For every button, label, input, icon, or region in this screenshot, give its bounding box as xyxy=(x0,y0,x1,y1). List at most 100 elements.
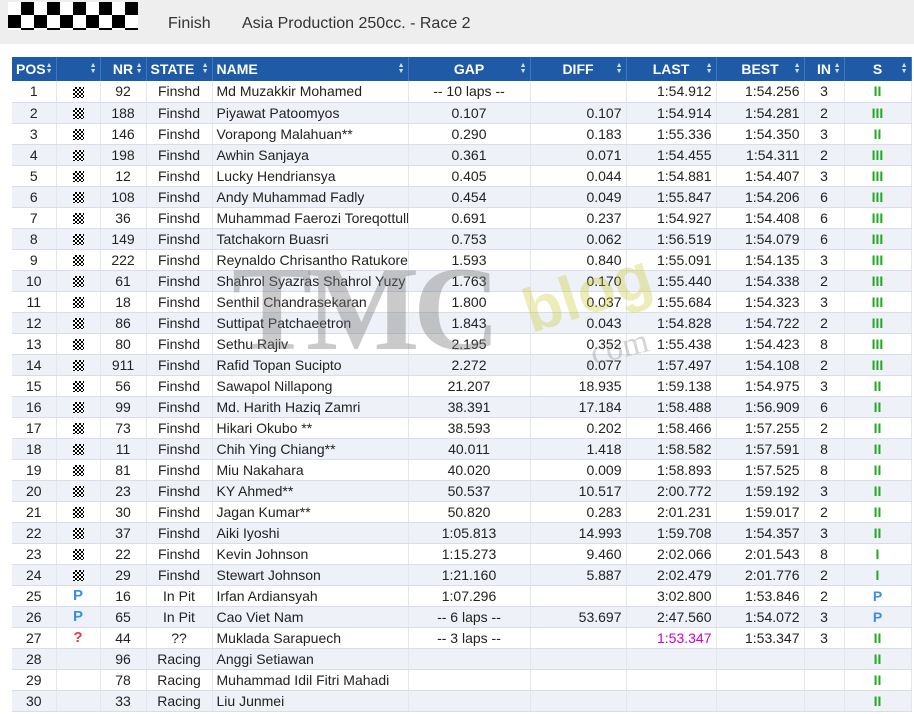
cell-last xyxy=(626,669,717,691)
cell-state: Finshd xyxy=(146,459,213,481)
cell-last: 1:58.582 xyxy=(626,438,717,460)
cell-best: 1:54.072 xyxy=(716,606,805,628)
table-row[interactable]: 11 18 Finshd Senthil Chandrasekaran 1.800 0.0… xyxy=(12,291,912,313)
cell-value-best: 2:01.776 xyxy=(745,566,800,583)
cell-best: 1:54.135 xyxy=(716,249,805,271)
cell-gap: 0.405 xyxy=(408,165,531,187)
table-row[interactable]: 4 198 Finshd Awhin Sanjaya 0.361 0.071 1:54.45… xyxy=(12,144,912,166)
cell-flag xyxy=(56,186,101,208)
column-header-in[interactable]: IN ▲ ▼ xyxy=(804,57,845,81)
cell-value-in: 3 xyxy=(820,482,828,499)
table-row[interactable]: 22 37 Finshd Aiki Iyoshi 1:05.813 14.993 1:59.… xyxy=(12,522,912,544)
cell-value-nr: 149 xyxy=(111,230,135,247)
cell-value-s: III xyxy=(871,293,884,310)
cell-name: Lucky Hendriansya xyxy=(212,165,409,187)
table-row[interactable]: 18 11 Finshd Chih Ying Chiang** 40.011 1.418 1… xyxy=(12,438,912,460)
cell-value-last: 1:54.455 xyxy=(657,146,712,163)
cell-nr: 80 xyxy=(100,333,147,355)
cell-value-in: 2 xyxy=(820,503,828,520)
cell-value-diff: 0.044 xyxy=(586,167,622,184)
table-row[interactable]: 19 81 Finshd Miu Nakahara 40.020 0.009 1:58.89… xyxy=(12,459,912,481)
cell-state: Finshd xyxy=(146,564,213,586)
table-row[interactable]: 20 23 Finshd KY Ahmed** 50.537 10.517 2:00.772… xyxy=(12,480,912,502)
cell-value-s: II xyxy=(873,629,882,646)
table-row[interactable]: 5 12 Finshd Lucky Hendriansya 0.405 0.044 1:54… xyxy=(12,165,912,187)
table-row[interactable]: 16 99 Finshd Md. Harith Haziq Zamri 38.391 17… xyxy=(12,396,912,418)
cell-value-name: Miu Nakahara xyxy=(216,461,304,478)
cell-pos: 25 xyxy=(12,585,57,607)
table-row[interactable]: 24 29 Finshd Stewart Johnson 1:21.160 5.887 2:… xyxy=(12,564,912,586)
table-row[interactable]: 13 80 Finshd Sethu Rajiv 2.195 0.352 1:55.438 1… xyxy=(12,333,912,355)
cell-value-pos: 7 xyxy=(29,209,38,226)
column-header-pos[interactable]: POS ▲ ▼ xyxy=(12,57,57,81)
sort-arrows-icon: ▲ ▼ xyxy=(793,62,801,75)
cell-name: Hikari Okubo ** xyxy=(212,417,409,439)
column-header-name[interactable]: NAME ▲ ▼ xyxy=(212,57,409,81)
table-row[interactable]: 23 22 Finshd Kevin Johnson 1:15.273 9.460 2:02… xyxy=(12,543,912,565)
cell-value-name: Anggi Setiawan xyxy=(216,650,314,667)
cell-gap: 0.290 xyxy=(408,123,531,145)
cell-diff: 1.418 xyxy=(530,438,627,460)
table-row[interactable]: 1 92 Finshd Md Muzakkir Mohamed -- 10 laps -… xyxy=(12,81,912,103)
table-row[interactable]: 25 P 16 In Pit Irfan Ardiansyah 1:07.296 3:02.… xyxy=(12,585,912,607)
cell-best: 1:54.323 xyxy=(716,291,805,313)
column-header-flag[interactable]: ▲ ▼ xyxy=(56,57,101,81)
table-row[interactable]: 28 96 Racing Anggi Setiawan II xyxy=(12,648,912,670)
cell-s: III xyxy=(844,228,912,250)
cell-best: 1:56.909 xyxy=(716,396,805,418)
sort-arrows-icon: ▲ ▼ xyxy=(900,62,908,75)
table-row[interactable]: 29 78 Racing Muhammad Idil Fitri Mahadi II xyxy=(12,669,912,691)
checkered-flag-icon xyxy=(8,2,138,30)
column-header-s[interactable]: S ▲ ▼ xyxy=(844,57,912,81)
cell-value-state: Finshd xyxy=(157,419,201,436)
cell-value-last: 2:01.231 xyxy=(657,503,712,520)
cell-state: Finshd xyxy=(146,375,213,397)
column-header-state[interactable]: STATE ▲ ▼ xyxy=(146,57,213,81)
table-row[interactable]: 9 222 Finshd Reynaldo Chrisantho Ratukore 1.… xyxy=(12,249,912,271)
column-header-last[interactable]: LAST ▲ ▼ xyxy=(626,57,717,81)
cell-value-state: Finshd xyxy=(157,209,201,226)
cell-value-pos: 23 xyxy=(25,545,42,562)
column-header-gap[interactable]: GAP ▲ ▼ xyxy=(408,57,531,81)
table-row[interactable]: 14 911 Finshd Rafid Topan Sucipto 2.272 0.077… xyxy=(12,354,912,376)
table-row[interactable]: 6 108 Finshd Andy Muhammad Fadly 0.454 0.049 1… xyxy=(12,186,912,208)
cell-pos: 14 xyxy=(12,354,57,376)
column-header-best[interactable]: BEST ▲ ▼ xyxy=(716,57,805,81)
column-header-label: POS xyxy=(16,61,46,77)
cell-value-s: II xyxy=(873,524,882,541)
cell-value-last: 1:58.893 xyxy=(657,461,712,478)
column-header-nr[interactable]: NR ▲ ▼ xyxy=(100,57,147,81)
table-row[interactable]: 30 33 Racing Liu Junmei II xyxy=(12,690,912,712)
table-row[interactable]: 7 36 Finshd Muhammad Faerozi Toreqottullah 0… xyxy=(12,207,912,229)
cell-value-pos: 30 xyxy=(25,692,42,709)
table-row[interactable]: 27? 44?? Muklada Sarapuech -- 3 laps -- 1:53… xyxy=(12,627,912,649)
cell-name: Liu Junmei xyxy=(212,690,409,712)
cell-value-pos: 6 xyxy=(29,188,38,205)
column-header-label: LAST xyxy=(652,61,690,77)
table-row[interactable]: 17 73 Finshd Hikari Okubo ** 38.593 0.202 1:58… xyxy=(12,417,912,439)
table-row[interactable]: 8 149 Finshd Tatchakorn Buasri 0.753 0.062 1:5… xyxy=(12,228,912,250)
cell-value-name: Md Muzakkir Mohamed xyxy=(216,83,363,100)
table-row[interactable]: 15 56 Finshd Sawapol Nillapong 21.207 18.935 1… xyxy=(12,375,912,397)
cell-value-best: 1:53.347 xyxy=(745,629,800,646)
cell-name: Reynaldo Chrisantho Ratukore xyxy=(212,249,409,271)
table-row[interactable]: 3 146 Finshd Vorapong Malahuan** 0.290 0.183 1… xyxy=(12,123,912,145)
cell-last: 1:54.455 xyxy=(626,144,717,166)
cell-value-nr: 92 xyxy=(115,83,131,100)
table-row[interactable]: 10 61 Finshd Shahrol Syazras Shahrol Yuzy 1.… xyxy=(12,270,912,292)
cell-value-diff: 1.418 xyxy=(586,440,622,457)
cell-s: III xyxy=(844,165,912,187)
table-row[interactable]: 21 30 Finshd Jagan Kumar** 50.820 0.283 2:01.2… xyxy=(12,501,912,523)
column-header-diff[interactable]: DIFF ▲ ▼ xyxy=(530,57,627,81)
cell-value-nr: 96 xyxy=(115,650,131,667)
checkered-flag-icon xyxy=(72,444,84,456)
cell-last: 1:55.847 xyxy=(626,186,717,208)
table-row[interactable]: 12 86 Finshd Suttipat Patchaeetron 1.843 0.04… xyxy=(12,312,912,334)
cell-state: Finshd xyxy=(146,123,213,145)
table-row[interactable]: 2 188 Finshd Piyawat Patoomyos 0.107 0.107 1:5… xyxy=(12,102,912,124)
cell-nr: 33 xyxy=(100,690,147,712)
cell-s: III xyxy=(844,354,912,376)
cell-value-gap: -- 6 laps -- xyxy=(437,608,501,625)
table-row[interactable]: 26 P 65 In Pit Cao Viet Nam -- 6 laps -- 53.69… xyxy=(12,606,912,628)
cell-value-state: Finshd xyxy=(157,167,201,184)
